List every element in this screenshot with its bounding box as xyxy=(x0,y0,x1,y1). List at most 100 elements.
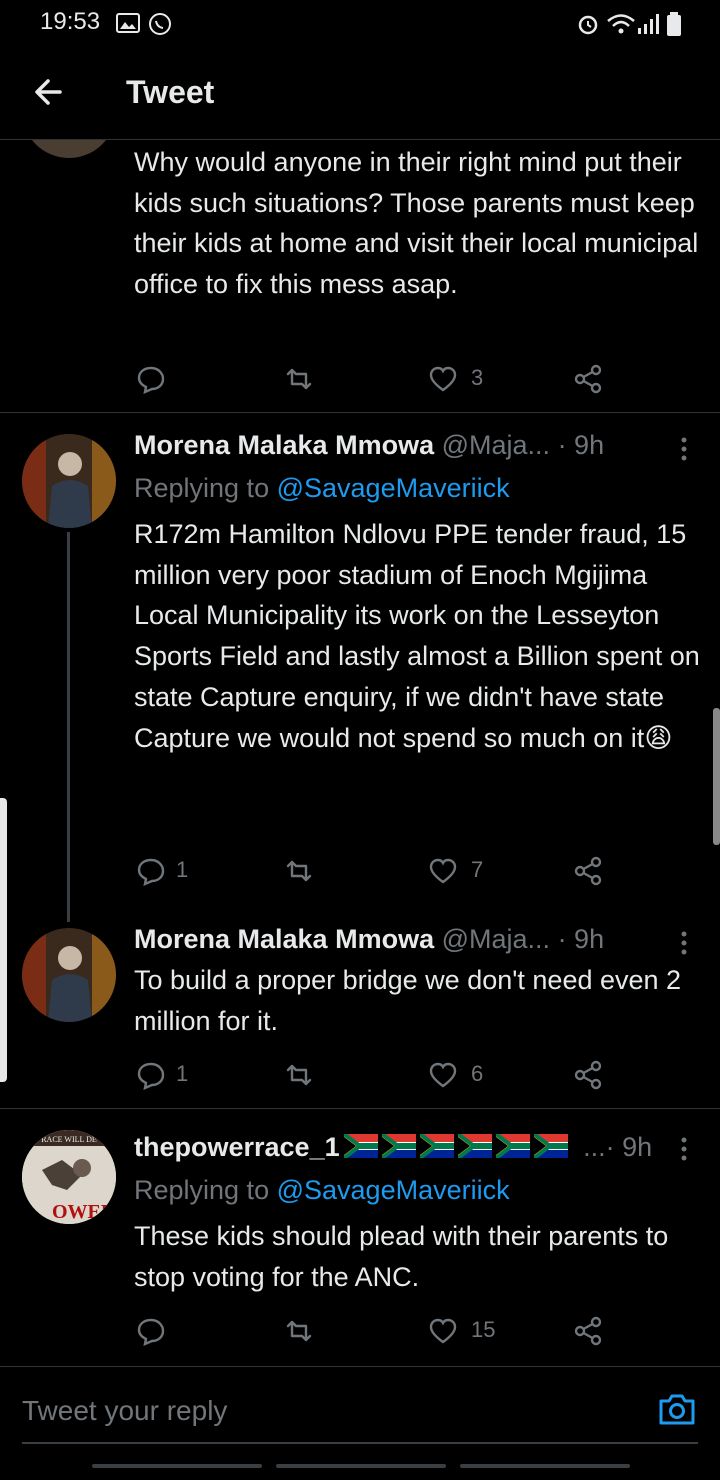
heart-icon xyxy=(429,366,457,392)
reply-button[interactable]: 1 xyxy=(136,856,206,886)
reply-input[interactable]: Tweet your reply xyxy=(22,1395,227,1427)
divider xyxy=(0,1108,720,1109)
replying-to-link[interactable]: @SavageMaveriick xyxy=(277,473,510,503)
arrow-left-icon[interactable] xyxy=(30,72,70,112)
south-africa-flag-icon xyxy=(419,1134,454,1158)
display-name[interactable]: Morena Malaka Mmowa xyxy=(134,430,434,460)
reply-count: 1 xyxy=(176,857,189,882)
share-icon xyxy=(574,1060,602,1090)
tweet-text: To build a proper bridge we don't need e… xyxy=(134,965,682,1036)
share-button[interactable] xyxy=(573,1316,613,1346)
retweet-button[interactable] xyxy=(284,856,324,886)
retweet-icon xyxy=(286,1320,312,1342)
avatar[interactable] xyxy=(22,928,116,1022)
retweet-button[interactable] xyxy=(284,1060,324,1090)
nav-home[interactable] xyxy=(276,1464,446,1468)
reply-button[interactable]: 1 xyxy=(136,1060,206,1090)
heart-icon xyxy=(429,858,457,884)
wifi-icon xyxy=(607,14,635,34)
battery-icon xyxy=(667,12,681,36)
like-count: 6 xyxy=(471,1061,484,1086)
reply-icon xyxy=(137,858,165,886)
reply-icon xyxy=(137,366,165,394)
heart-icon xyxy=(429,1318,457,1344)
tweet-header: thepowerrace_1 ...· 9h xyxy=(134,1132,652,1163)
reply-composer: Tweet your reply xyxy=(0,1366,720,1447)
reply-icon xyxy=(137,1062,165,1090)
more-icon[interactable] xyxy=(677,434,691,464)
retweet-button[interactable] xyxy=(284,364,324,394)
like-button[interactable]: 3 xyxy=(428,364,508,394)
share-icon xyxy=(574,856,602,886)
reply-icon xyxy=(137,1318,165,1346)
reply-count: 1 xyxy=(176,1061,189,1086)
tweet-text: These kids should plead with their paren… xyxy=(134,1221,669,1292)
scrollbar[interactable] xyxy=(713,708,720,845)
like-button[interactable]: 15 xyxy=(428,1316,518,1346)
top-bar: Tweet xyxy=(0,44,720,140)
tweet-text: Why would anyone in their right mind put… xyxy=(134,147,699,300)
share-button[interactable] xyxy=(573,1060,613,1090)
timestamp: · 9h xyxy=(557,430,605,460)
status-time: 19:53 xyxy=(40,8,101,35)
south-africa-flag-icon xyxy=(343,1134,378,1158)
like-button[interactable]: 6 xyxy=(428,1060,508,1090)
south-africa-flag-icon xyxy=(381,1134,416,1158)
display-name[interactable]: thepowerrace_1 xyxy=(134,1132,340,1162)
retweet-button[interactable] xyxy=(284,1316,324,1346)
south-africa-flag-icon xyxy=(495,1134,530,1158)
thread-line xyxy=(67,532,70,922)
reply-button[interactable] xyxy=(136,1316,176,1346)
avatar-image xyxy=(22,434,116,528)
avatar[interactable]: RACE WILL DE OWER xyxy=(22,1130,116,1224)
signal-icon xyxy=(638,14,659,34)
reply-input-underline xyxy=(22,1442,698,1444)
like-count: 3 xyxy=(471,365,484,390)
tweet-text: R172m Hamilton Ndlovu PPE tender fraud, … xyxy=(134,514,708,758)
replying-to: Replying to @SavageMaveriick xyxy=(134,1175,510,1206)
gallery-icon xyxy=(116,13,140,33)
display-name[interactable]: Morena Malaka Mmowa xyxy=(134,924,434,954)
avatar-text-bottom: OWER xyxy=(52,1201,116,1223)
more-icon[interactable] xyxy=(677,928,691,958)
handle: @Maja... xyxy=(441,924,551,954)
replying-to: Replying to @SavageMaveriick xyxy=(134,473,510,504)
replying-prefix: Replying to xyxy=(134,473,270,503)
retweet-icon xyxy=(286,1064,312,1086)
heart-icon xyxy=(429,1062,457,1088)
retweet-icon xyxy=(286,368,312,390)
camera-icon[interactable] xyxy=(657,1391,697,1427)
replying-prefix: Replying to xyxy=(134,1175,270,1205)
tweet-text-body: R172m Hamilton Ndlovu PPE tender fraud, … xyxy=(134,519,700,753)
alarm-icon xyxy=(578,15,598,35)
avatar-text-top: RACE WILL DE xyxy=(41,1135,97,1144)
page-title: Tweet xyxy=(126,74,215,110)
avatar-image xyxy=(22,928,116,1022)
avatar-image: RACE WILL DE OWER xyxy=(22,1130,116,1224)
handle: ... xyxy=(583,1132,606,1162)
nav-back[interactable] xyxy=(460,1464,630,1468)
timestamp: · 9h xyxy=(557,924,605,954)
avatar[interactable] xyxy=(22,434,116,528)
timestamp: · 9h xyxy=(605,1132,653,1162)
status-bar: 19:53 xyxy=(0,0,720,44)
share-button[interactable] xyxy=(573,364,613,394)
south-africa-flag-icon xyxy=(457,1134,492,1158)
replying-to-link[interactable]: @SavageMaveriick xyxy=(277,1175,510,1205)
divider xyxy=(0,412,720,413)
nav-recents[interactable] xyxy=(92,1464,262,1468)
south-africa-flag-icon xyxy=(533,1134,568,1158)
retweet-icon xyxy=(286,860,312,882)
share-icon xyxy=(574,364,602,394)
like-button[interactable]: 7 xyxy=(428,856,508,886)
share-button[interactable] xyxy=(573,856,613,886)
tweet-header: Morena Malaka Mmowa @Maja... · 9h xyxy=(134,924,604,955)
more-icon[interactable] xyxy=(677,1134,691,1164)
edge-panel-handle[interactable] xyxy=(0,798,7,1082)
whatsapp-icon xyxy=(149,13,171,35)
reply-button[interactable] xyxy=(136,364,176,394)
share-icon xyxy=(574,1316,602,1346)
system-nav-bar xyxy=(0,1448,720,1480)
handle: @Maja... xyxy=(441,430,551,460)
weary-face-emoji: 😩 xyxy=(644,722,673,753)
